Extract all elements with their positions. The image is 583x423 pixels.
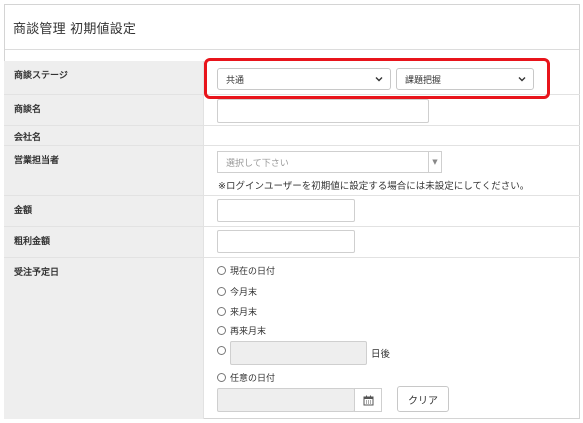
radio-end-of-month[interactable]: 今月末 bbox=[217, 285, 257, 298]
sales-rep-placeholder: 選択して下さい bbox=[226, 158, 289, 169]
radio-any-date[interactable]: 任意の日付 bbox=[217, 371, 275, 384]
radio-label: 再来月末 bbox=[230, 327, 267, 337]
radio-circle[interactable] bbox=[217, 266, 226, 275]
stage-select[interactable]: 課題把握 bbox=[396, 68, 534, 90]
company-label: 会社名 bbox=[14, 133, 42, 143]
radio-circle[interactable] bbox=[217, 373, 226, 382]
label-cell: 商談ステージ bbox=[4, 61, 204, 94]
radio-circle[interactable] bbox=[217, 346, 226, 355]
radio-circle[interactable] bbox=[217, 307, 226, 316]
page-title: 商談管理 初期値設定 bbox=[13, 21, 137, 37]
radio-days-after[interactable] bbox=[217, 346, 230, 355]
gross-profit-input[interactable] bbox=[217, 230, 355, 253]
label-cell: 会社名 bbox=[4, 126, 204, 145]
radio-circle[interactable] bbox=[217, 326, 226, 335]
panel-header: 商談管理 初期値設定 bbox=[5, 5, 579, 50]
sales-rep-note: ※ログインユーザーを初期値に設定する場合には未設定にしてください。 bbox=[218, 181, 530, 192]
chevron-down-icon bbox=[375, 77, 383, 82]
calendar-button[interactable] bbox=[354, 388, 382, 412]
chevron-down-icon bbox=[518, 77, 526, 82]
label-cell: 受注予定日 bbox=[4, 258, 204, 419]
days-after-label: 日後 bbox=[371, 349, 391, 360]
clear-button[interactable]: クリア bbox=[397, 386, 449, 412]
clear-button-label: クリア bbox=[408, 395, 438, 407]
radio-label: 任意の日付 bbox=[230, 374, 276, 384]
radio-end-of-month-after-next[interactable]: 再来月末 bbox=[217, 324, 266, 337]
radio-label: 来月末 bbox=[230, 308, 258, 318]
date-input[interactable] bbox=[217, 388, 355, 412]
sales-rep-label: 営業担当者 bbox=[14, 156, 60, 166]
stage-label: 商談ステージ bbox=[14, 71, 68, 81]
sales-rep-select[interactable]: 選択して下さい ▼ bbox=[217, 151, 442, 173]
radio-label: 現在の日付 bbox=[230, 267, 276, 277]
order-date-label: 受注予定日 bbox=[14, 268, 60, 278]
stage-value: 課題把握 bbox=[405, 75, 442, 86]
amount-input[interactable] bbox=[217, 199, 355, 222]
calendar-icon bbox=[363, 395, 373, 405]
row-company: 会社名 bbox=[4, 126, 580, 146]
amount-label: 金額 bbox=[14, 206, 33, 216]
dropdown-arrow-icon: ▼ bbox=[428, 152, 441, 172]
radio-label: 今月末 bbox=[230, 288, 258, 298]
radio-end-of-next-month[interactable]: 来月末 bbox=[217, 305, 257, 318]
gross-profit-label: 粗利金額 bbox=[14, 237, 51, 247]
label-cell: 商談名 bbox=[4, 95, 204, 125]
radio-circle[interactable] bbox=[217, 287, 226, 296]
days-after-input[interactable] bbox=[230, 341, 367, 365]
label-cell: 金額 bbox=[4, 196, 204, 226]
deal-name-input[interactable] bbox=[217, 99, 429, 123]
label-cell: 粗利金額 bbox=[4, 227, 204, 257]
label-cell: 営業担当者 bbox=[4, 146, 204, 195]
deal-name-label: 商談名 bbox=[14, 105, 42, 115]
radio-current-date[interactable]: 現在の日付 bbox=[217, 264, 275, 277]
stage-category-value: 共通 bbox=[226, 75, 245, 86]
stage-category-select[interactable]: 共通 bbox=[217, 68, 391, 90]
